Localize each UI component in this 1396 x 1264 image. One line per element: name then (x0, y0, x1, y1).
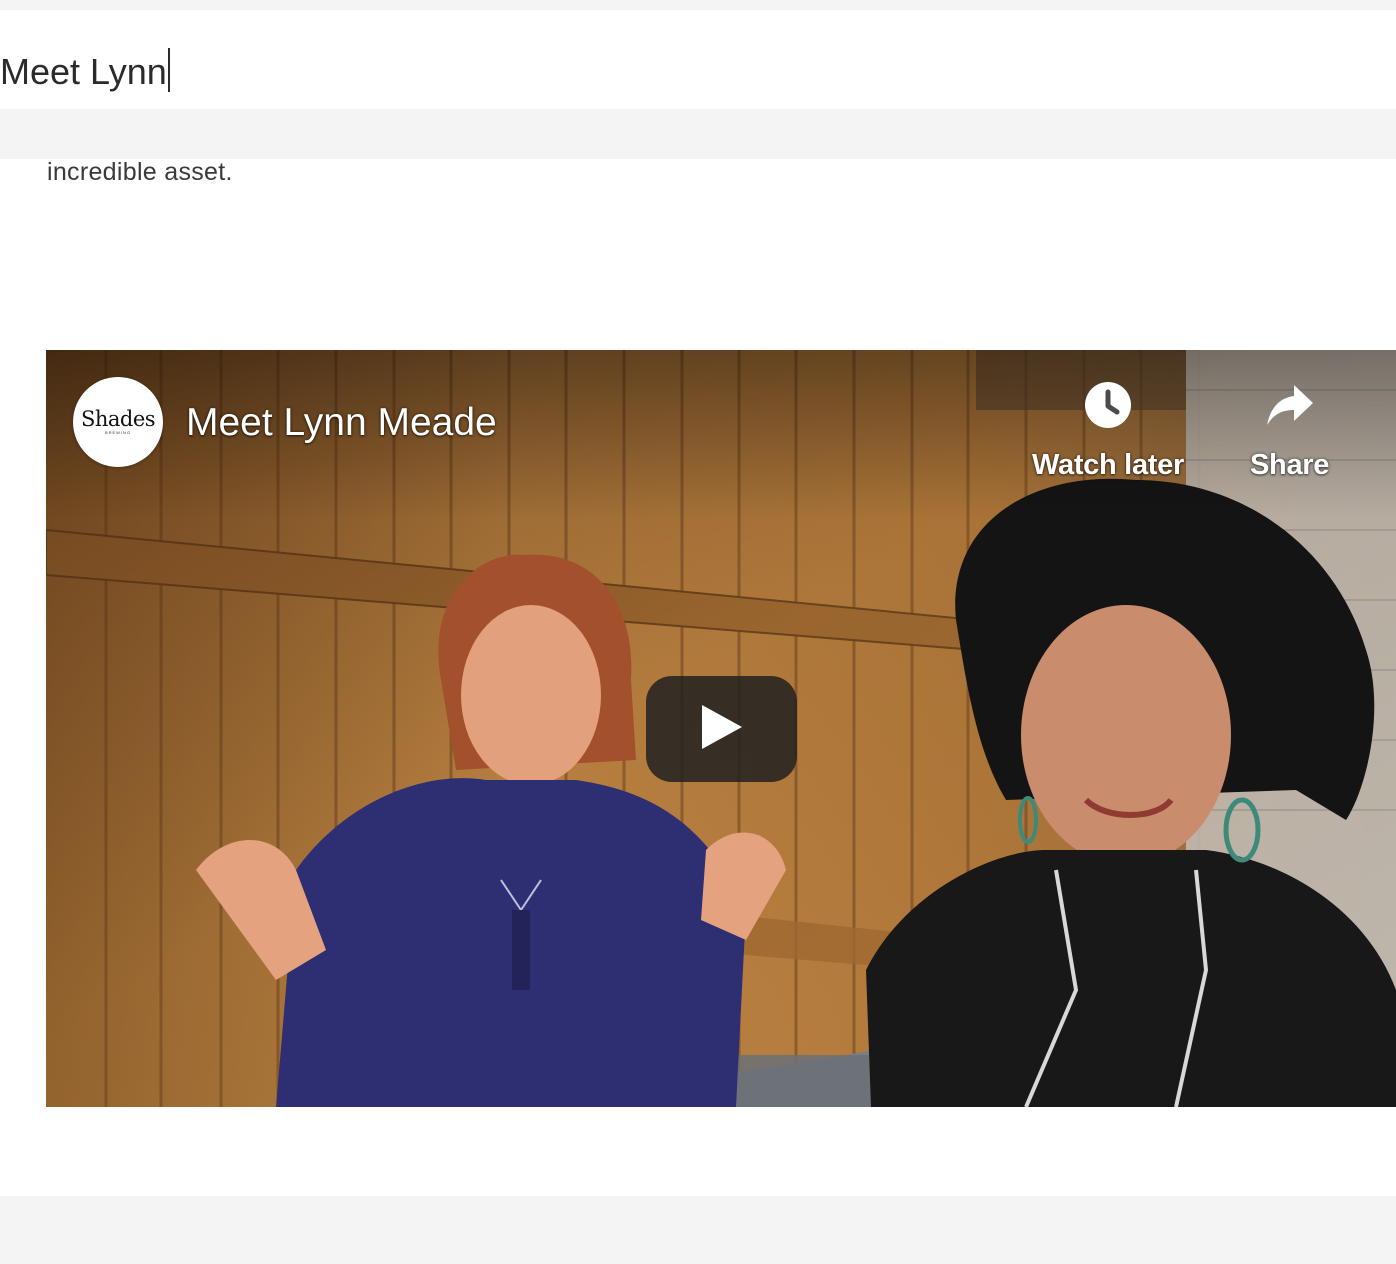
title-text: Meet Lynn (0, 51, 167, 92)
title-block: Meet Lynn (0, 10, 1396, 109)
channel-logo-text: Shades (80, 407, 156, 431)
title-input[interactable]: Meet Lynn (0, 48, 170, 95)
clock-icon (1083, 380, 1133, 430)
video-embed[interactable]: Shades BREWING Meet Lynn Meade Watch lat… (46, 350, 1396, 1107)
section-divider-bottom (0, 1196, 1396, 1264)
text-caret (167, 48, 170, 92)
play-button[interactable] (646, 676, 797, 782)
content-block: incredible asset. Shades BREWING Meet Ly… (0, 157, 1396, 1196)
play-icon (700, 703, 744, 756)
section-divider (0, 109, 1396, 159)
share-arrow-icon (1265, 380, 1315, 430)
channel-avatar[interactable]: Shades BREWING (73, 377, 163, 467)
watch-later-label: Watch later (1032, 449, 1184, 481)
editor-page: Meet Lynn incredible asset. Shades BREWI… (0, 0, 1396, 1264)
channel-logo-subtext: BREWING (104, 430, 132, 435)
video-title[interactable]: Meet Lynn Meade (186, 400, 497, 446)
watch-later-button[interactable]: Watch later (1032, 380, 1184, 482)
share-button[interactable]: Share (1250, 380, 1329, 482)
paragraph-text[interactable]: incredible asset. (47, 157, 233, 187)
share-label: Share (1250, 449, 1330, 481)
